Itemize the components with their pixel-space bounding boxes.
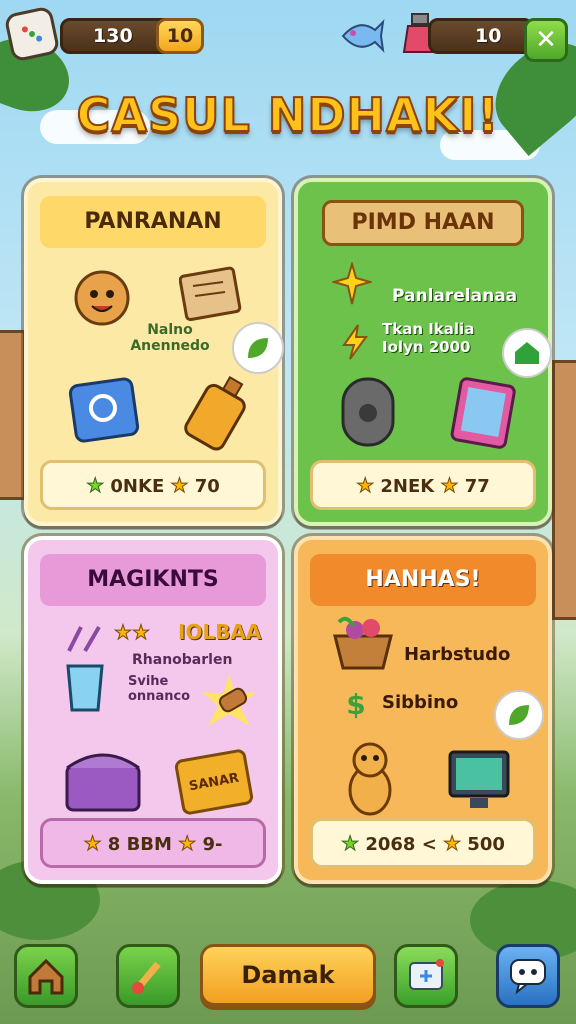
footer-value: 70	[194, 476, 220, 497]
energy-counter: 10	[428, 18, 534, 54]
star-icon: ★	[131, 620, 150, 645]
add-card-button[interactable]	[394, 944, 458, 1008]
stone-device-icon	[330, 372, 406, 452]
glass-icon	[60, 660, 110, 716]
footer-value: 2068 <	[365, 834, 437, 855]
card-header: HANHAS!	[310, 554, 536, 606]
dice-icon[interactable]	[3, 5, 61, 63]
footer-value: 9-	[202, 834, 223, 855]
footer-value: 8 BBM	[107, 834, 172, 855]
star-icon: ★	[443, 831, 462, 856]
star-icon: ★	[170, 473, 189, 498]
map-icon	[176, 258, 248, 330]
card-label: IOLBAA	[178, 620, 262, 644]
card-label: Svihe onnanco	[128, 674, 191, 704]
footer-value: 500	[467, 834, 505, 855]
sparkle-icon	[332, 262, 372, 306]
card-footer: ★ 2NEK ★ 77	[310, 460, 536, 510]
card-label: Harbstudo	[404, 644, 511, 665]
fish-icon[interactable]	[338, 12, 386, 60]
chat-button[interactable]	[496, 944, 560, 1008]
card-frame-icon	[446, 374, 520, 454]
top-bar: 130 10 10 ✕	[3, 5, 568, 63]
basket-icon	[328, 612, 398, 674]
card-label: Nalno Anennedo	[130, 322, 210, 354]
card-plus-icon	[409, 959, 444, 990]
card-label: Tkan Ikalia Iolyn 2000	[382, 320, 475, 356]
house	[552, 360, 576, 620]
search-tablet-icon	[64, 372, 144, 452]
category-card-1[interactable]: PANRANAN Nalno Anennedo ★ 0NKE ★ 70	[24, 178, 284, 526]
scroll-burst-icon	[196, 670, 262, 736]
footer-value: 0NKE	[110, 476, 165, 497]
gem-value: 10	[166, 25, 194, 47]
card-header-ribbon: PIMD HAAN	[322, 200, 524, 246]
paintbrush-icon	[132, 961, 161, 994]
card-label: Rhanobarlen	[132, 652, 233, 668]
dollar-icon: $	[346, 687, 366, 721]
card-header: MAGIKNTS	[40, 554, 266, 606]
treasure-chest-icon	[58, 738, 148, 820]
bottle-icon	[178, 370, 258, 454]
leaf-badge-icon	[494, 690, 544, 740]
house	[0, 330, 26, 500]
star-icon: ★	[440, 473, 459, 498]
star-icon: ★	[83, 831, 102, 856]
lightning-icon	[338, 322, 372, 362]
card-footer: ★ 8 BBM ★ 9-	[40, 818, 266, 868]
star-icon: ★	[178, 831, 197, 856]
squirrel-icon	[338, 736, 408, 820]
ticket-label: SANAR	[187, 770, 241, 794]
footer-value: 2NEK	[380, 476, 435, 497]
card-label: Sibbino	[382, 692, 459, 713]
star-icon: ★	[114, 620, 133, 645]
wand-icon	[62, 620, 106, 656]
home-icon	[28, 958, 64, 995]
paint-button[interactable]	[116, 944, 180, 1008]
star-icon: ★	[341, 831, 360, 856]
ticket-icon: SANAR	[173, 748, 255, 816]
gem-counter[interactable]: 10	[156, 18, 204, 54]
category-card-4[interactable]: HANHAS! Harbstudo $ Sibbino ★ 2068 < ★ 5…	[294, 536, 552, 884]
star-icon: ★	[356, 473, 375, 498]
energy-value: 10	[475, 25, 502, 47]
category-card-2[interactable]: PIMD HAAN Panlarelanaa Tkan Ikalia Iolyn…	[294, 178, 552, 526]
house-badge-icon	[502, 328, 552, 378]
card-label: Panlarelanaa	[392, 286, 518, 306]
card-header: PANRANAN	[40, 196, 266, 248]
chat-icon	[510, 959, 546, 995]
close-button[interactable]: ✕	[524, 18, 568, 62]
monitor-icon	[442, 746, 516, 816]
category-card-3[interactable]: MAGIKNTS ★★ IOLBAA Rhanobarlen Svihe onn…	[24, 536, 282, 884]
home-button[interactable]	[14, 944, 78, 1008]
coin-value: 130	[93, 25, 133, 47]
star-icon: ★	[86, 473, 105, 498]
card-footer: ★ 2068 < ★ 500	[310, 818, 536, 868]
stars-pair: ★★	[114, 620, 151, 645]
footer-value: 77	[464, 476, 490, 497]
leaf-badge-icon	[232, 322, 284, 374]
page-title: CASUL NDHAKI!	[76, 87, 500, 143]
main-action-button[interactable]: Damak	[200, 944, 376, 1006]
card-footer: ★ 0NKE ★ 70	[40, 460, 266, 510]
